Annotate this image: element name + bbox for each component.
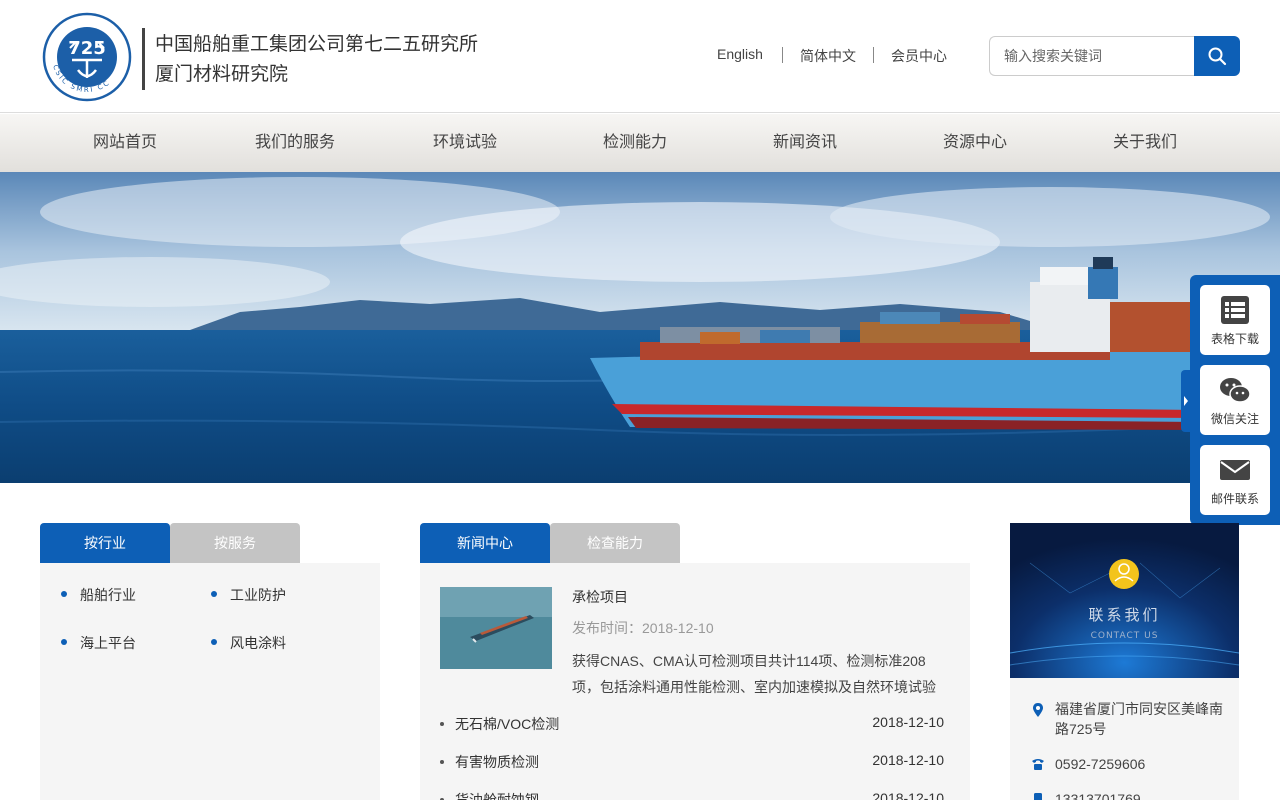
contact-background-image: 联系我们 CONTACT US [1010,523,1239,678]
banner-ship-image [0,172,1280,483]
news-ship-image [440,587,552,669]
search-input[interactable] [989,36,1195,76]
news-list-title: 货油舱耐蚀钢 [455,792,539,800]
contact-title-cn: 联系我们 [1088,606,1160,624]
bullet-dot [61,591,67,597]
industry-item-offshore-platform[interactable]: 海上平台 [80,633,136,653]
news-list-item[interactable]: 无石棉/VOC检测 2018-12-10 [440,714,944,734]
nav-services[interactable]: 我们的服务 [210,114,380,172]
news-list-date: 2018-12-10 [872,752,944,768]
contact-banner: 联系我们 CONTACT US [1010,523,1239,678]
nav-home[interactable]: 网站首页 [40,114,210,172]
wechat-icon [1220,378,1251,403]
org-name-line2: 厦门材料研究院 [155,64,289,85]
side-float-panel: 表格下载 微信关注 邮件联系 [1190,275,1280,525]
featured-news-title[interactable]: 承检项目 [572,587,628,607]
nav-about[interactable]: 关于我们 [1060,114,1230,172]
nav-testing-capability[interactable]: 检测能力 [550,114,720,172]
bullet-dot [211,639,217,645]
mail-contact-label: 邮件联系 [1210,492,1259,506]
table-icon [1221,296,1249,324]
contact-address: 福建省厦门市同安区美峰南路725号 [1055,701,1223,737]
form-download-label: 表格下载 [1210,332,1259,346]
search-icon [1208,47,1227,66]
hero-banner [0,172,1280,483]
contact-phone[interactable]: 0592-7259606 [1055,754,1145,774]
lang-chinese-link[interactable]: 简体中文 [800,46,856,66]
news-list-title: 有害物质检测 [455,754,539,770]
contact-title-en: CONTACT US [1091,631,1159,641]
news-list-title: 无石棉/VOC检测 [455,716,560,732]
nav-resources[interactable]: 资源中心 [890,114,1060,172]
telephone-icon [1032,759,1044,770]
wechat-follow-label: 微信关注 [1210,412,1259,426]
location-icon [1033,703,1043,717]
wechat-follow-button[interactable]: 微信关注 [1200,365,1270,435]
news-tabs: 新闻中心 检查能力 [420,523,970,563]
news-list-item[interactable]: 货油舱耐蚀钢 2018-12-10 [440,790,944,800]
mobile-icon [1034,793,1042,800]
bullet-dot [440,760,444,764]
brand-divider [142,28,145,90]
contact-mobile[interactable]: 13313701769 [1055,789,1141,800]
member-center-link[interactable]: 会员中心 [891,46,947,66]
bullet-dot [211,591,217,597]
tab-inspection-capability[interactable]: 检查能力 [550,523,680,563]
search-button[interactable] [1194,36,1240,76]
lang-english-link[interactable]: English [717,46,763,62]
bullet-dot [440,722,444,726]
mail-contact-button[interactable]: 邮件联系 [1200,445,1270,515]
contact-info-panel [1010,678,1239,800]
bullet-dot [61,639,67,645]
main-nav: 网站首页 我们的服务 环境试验 检测能力 新闻资讯 资源中心 关于我们 [0,114,1280,172]
nav-environment-test[interactable]: 环境试验 [380,114,550,172]
industry-item-shipbuilding[interactable]: 船舶行业 [80,585,136,605]
featured-news-description: 获得CNAS、CMA认可检测项目共计114项、检测标准208项，包括涂料通用性能… [572,653,936,695]
tab-by-industry[interactable]: 按行业 [40,523,170,563]
header-separator [782,47,783,63]
industry-item-wind-coating[interactable]: 风电涂料 [230,633,286,653]
featured-news-date: 发布时间：2018-12-10 [572,620,714,636]
tab-by-service[interactable]: 按服务 [170,523,300,563]
industry-item-industrial-protection[interactable]: 工业防护 [230,585,286,605]
nav-news[interactable]: 新闻资讯 [720,114,890,172]
news-list-item[interactable]: 有害物质检测 2018-12-10 [440,752,944,772]
form-download-button[interactable]: 表格下载 [1200,285,1270,355]
news-thumbnail[interactable] [440,587,552,669]
institute-logo[interactable]: CSIC SMRI CC 725 [42,12,132,102]
news-list-date: 2018-12-10 [872,790,944,800]
industry-tabs: 按行业 按服务 [40,523,380,563]
tab-news-center[interactable]: 新闻中心 [420,523,550,563]
organization-name: 中国船舶重工集团公司第七二五研究所 厦门材料研究院 [155,30,478,90]
site-header: CSIC SMRI CC 725 中国船舶重工集团公司第七二五研究所 厦门材料研… [0,0,1280,113]
svg-text:725: 725 [68,38,106,59]
news-list-date: 2018-12-10 [872,714,944,730]
org-name-line1: 中国船舶重工集团公司第七二五研究所 [155,34,479,55]
mail-icon [1220,460,1250,480]
header-separator [873,47,874,63]
